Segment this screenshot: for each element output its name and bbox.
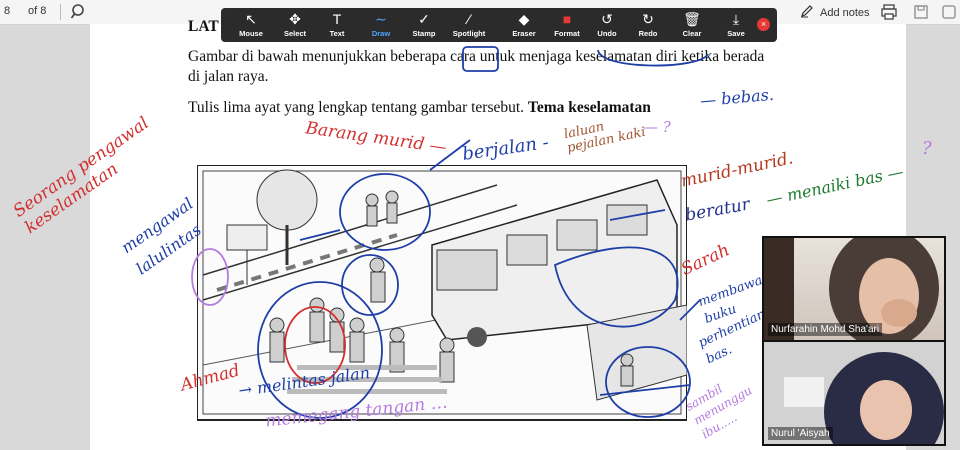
tool-draw-button[interactable]: ∼ Draw <box>359 10 403 40</box>
tool-label: Spotlight <box>452 29 486 38</box>
video-panel: Nurfarahin Mohd Sha'ari Nurul 'Aisyah <box>762 236 946 446</box>
tool-label: Format <box>554 29 580 38</box>
tool-label: Draw <box>371 29 391 38</box>
tool-save-button[interactable]: ⤓ Save <box>714 10 758 40</box>
text-icon: T <box>332 11 342 27</box>
tool-mouse-button[interactable]: ↖ Mouse <box>229 10 273 40</box>
annotation-toolbar: ↖ Mouse ✥ Select T Text ∼ Draw ✓ Stamp ⁄ Spotlight ◆… <box>221 8 777 42</box>
note-question-1: — ? <box>643 118 671 136</box>
tool-spotlight-button[interactable]: ⁄ Spotlight <box>447 10 491 40</box>
tool-stamp-button[interactable]: ✓ Stamp <box>402 10 446 40</box>
save-icon: ⤓ <box>732 11 740 27</box>
stamp-icon: ✓ <box>418 11 430 27</box>
participant-name: Nurfarahin Mohd Sha'ari <box>768 323 883 336</box>
tool-label: Text <box>329 29 345 38</box>
tool-format-button[interactable]: ■ Format <box>545 10 589 40</box>
redo-icon: ↻ <box>642 11 654 27</box>
tool-label: Redo <box>638 29 658 38</box>
note-question-2: ? <box>922 138 932 159</box>
tool-eraser-button[interactable]: ◆ Eraser <box>502 10 546 40</box>
undo-icon: ↺ <box>601 11 613 27</box>
tool-text-button[interactable]: T Text <box>315 10 359 40</box>
close-icon[interactable]: × <box>757 18 770 31</box>
tool-label: Mouse <box>239 29 263 38</box>
spotlight-icon: ⁄ <box>467 11 471 27</box>
format-icon: ■ <box>562 11 572 27</box>
participant-tile[interactable]: Nurul 'Aisyah <box>764 342 944 444</box>
draw-icon: ∼ <box>375 11 387 27</box>
tool-label: Undo <box>597 29 617 38</box>
tool-undo-button[interactable]: ↺ Undo <box>585 10 629 40</box>
tool-label: Select <box>283 29 307 38</box>
move-icon: ✥ <box>289 11 301 27</box>
tool-redo-button[interactable]: ↻ Redo <box>626 10 670 40</box>
tool-label: Clear <box>682 29 702 38</box>
trash-icon: 🗑 <box>683 11 701 27</box>
eraser-icon: ◆ <box>518 11 530 27</box>
tool-clear-button[interactable]: 🗑 Clear <box>670 10 714 40</box>
tool-select-button[interactable]: ✥ Select <box>273 10 317 40</box>
participant-tile[interactable]: Nurfarahin Mohd Sha'ari <box>764 238 944 340</box>
tool-label: Save <box>727 29 745 38</box>
tool-label: Eraser <box>512 29 536 38</box>
participant-name: Nurul 'Aisyah <box>768 427 833 440</box>
cursor-icon: ↖ <box>245 11 257 27</box>
tool-label: Stamp <box>412 29 436 38</box>
